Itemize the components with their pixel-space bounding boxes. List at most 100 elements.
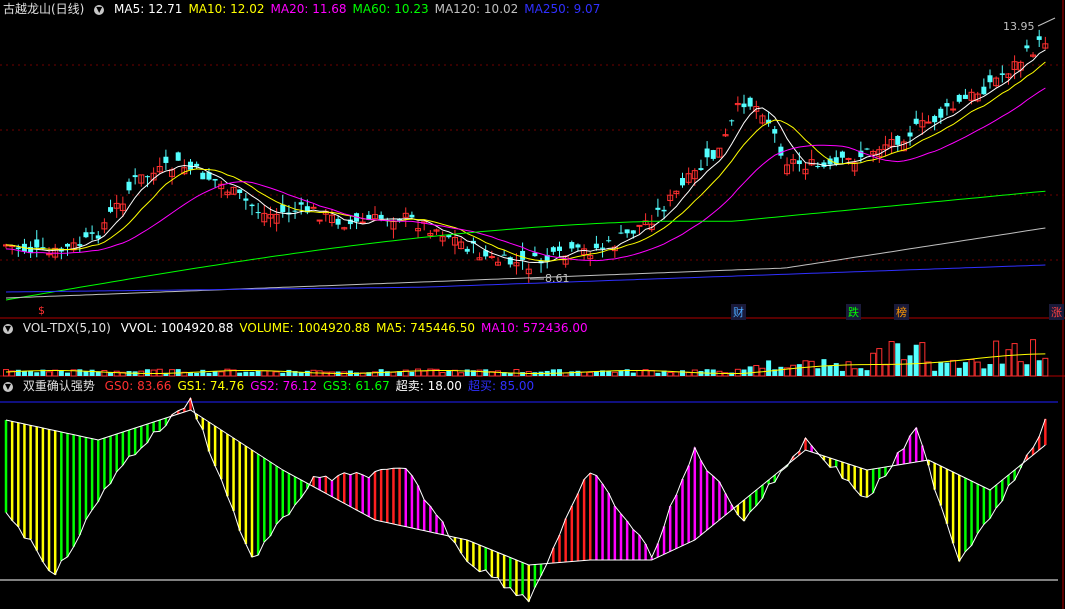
volume-bar: [1024, 364, 1030, 376]
candle-body: [729, 120, 735, 122]
volume-bar: [913, 344, 919, 376]
volume-bar: [1005, 349, 1012, 377]
volume-bar: [156, 368, 163, 377]
ma-legend: MA5: 12.71 MA10: 12.02 MA20: 11.68 MA60: 10…: [114, 2, 606, 16]
candle-body: [796, 160, 802, 165]
candle-body: [907, 132, 913, 137]
volume-bar: [925, 361, 932, 377]
volume-bar: [815, 368, 821, 376]
volume-bar: [421, 370, 428, 377]
collapse-icon[interactable]: ▼: [3, 381, 13, 392]
volume-bar: [483, 369, 489, 376]
ma-legend-item-5: MA250: 9.07: [524, 2, 601, 16]
volume-bar: [636, 369, 643, 377]
candle-body: [839, 151, 845, 158]
indicator-legend-item-4: 超卖: 18.00: [395, 379, 462, 393]
event-mark-finance[interactable]: 财: [731, 304, 746, 320]
candle-body: [316, 219, 323, 222]
volume-bar: [1036, 360, 1042, 376]
candle-body: [698, 168, 704, 170]
volume-bar: [888, 341, 895, 377]
candle-body: [89, 232, 95, 234]
candle-body: [378, 214, 384, 219]
collapse-icon[interactable]: ▼: [94, 4, 105, 15]
candle-body: [532, 252, 538, 257]
volume-bar: [766, 360, 772, 376]
volume-bar: [89, 369, 95, 376]
candle-body: [938, 108, 944, 118]
candle-body: [680, 177, 685, 186]
ma10-line: [5, 61, 1046, 262]
collapse-icon[interactable]: ▼: [3, 323, 13, 334]
event-mark-board[interactable]: 榜: [894, 304, 909, 320]
ma-legend-item-0: MA5: 12.71: [114, 2, 183, 16]
volume-bar: [587, 371, 594, 377]
volume-bar: [778, 366, 784, 376]
volume-bar: [464, 369, 470, 376]
volume-bar: [218, 371, 225, 377]
event-mark-rise[interactable]: 涨: [1049, 304, 1064, 320]
volume-bar: [21, 371, 27, 376]
volume-bar: [956, 367, 962, 376]
volume-bar: [900, 359, 907, 377]
candle-body: [144, 176, 150, 178]
volume-bar: [322, 371, 329, 377]
volume-bar: [968, 359, 975, 377]
volume-bar: [685, 372, 692, 377]
volume-bar: [876, 348, 883, 377]
candle-body: [704, 148, 710, 158]
candle-body: [359, 221, 366, 224]
volume-bar: [630, 372, 636, 376]
candle-body: [132, 175, 138, 178]
event-mark-drop[interactable]: 跌: [846, 304, 861, 320]
candle-body: [778, 146, 784, 156]
volume-bar: [286, 369, 292, 376]
indicator-legend-item-0: GS0: 83.66: [104, 379, 172, 393]
volume-legend-item-3: MA10: 572436.00: [481, 321, 588, 335]
volume-bar: [328, 371, 335, 377]
candle-body: [409, 214, 415, 218]
candle-body: [600, 247, 606, 249]
volume-bar: [458, 372, 465, 377]
volume-bar: [919, 342, 926, 377]
volume-bar: [606, 370, 612, 376]
candle-body: [950, 108, 957, 111]
candle-body: [34, 239, 40, 248]
volume-bar: [981, 368, 987, 376]
event-mark-dividend[interactable]: $: [38, 304, 45, 317]
volume-bar: [280, 372, 286, 376]
candle-body: [488, 256, 495, 259]
volume-bar: [224, 368, 231, 377]
candle-body: [557, 246, 562, 251]
volume-bar: [575, 370, 581, 376]
candle-body: [981, 86, 987, 95]
candle-body: [77, 244, 83, 246]
volume-bar: [827, 365, 833, 376]
volume-bar: [1042, 357, 1049, 377]
volume-bar: [65, 372, 70, 376]
candle-body: [864, 148, 870, 150]
volume-legend-item-1: VOLUME: 1004920.88: [239, 321, 371, 335]
volume-bar: [999, 363, 1005, 376]
candle-body: [606, 240, 612, 242]
indicator-series: [4, 396, 1047, 603]
volume-bar: [839, 370, 845, 376]
volume-bar: [611, 371, 618, 377]
volume-bar: [987, 364, 993, 376]
candle-body: [636, 224, 643, 227]
volume-bar: [569, 371, 575, 376]
candle-body: [895, 135, 901, 145]
candle-body: [1036, 36, 1042, 40]
candle-body: [618, 232, 624, 234]
volume-bar: [753, 364, 760, 377]
candle-body: [464, 248, 470, 252]
candle-body: [747, 97, 753, 107]
volume-bar: [212, 371, 218, 376]
volume-bar: [734, 368, 741, 377]
volume-bar: [895, 343, 901, 376]
volume-bar: [747, 366, 753, 376]
indicator-legend-item-3: GS3: 61.67: [322, 379, 390, 393]
volume-bar: [808, 360, 815, 377]
high-marker: [1037, 17, 1056, 27]
volume-bar: [206, 372, 212, 376]
